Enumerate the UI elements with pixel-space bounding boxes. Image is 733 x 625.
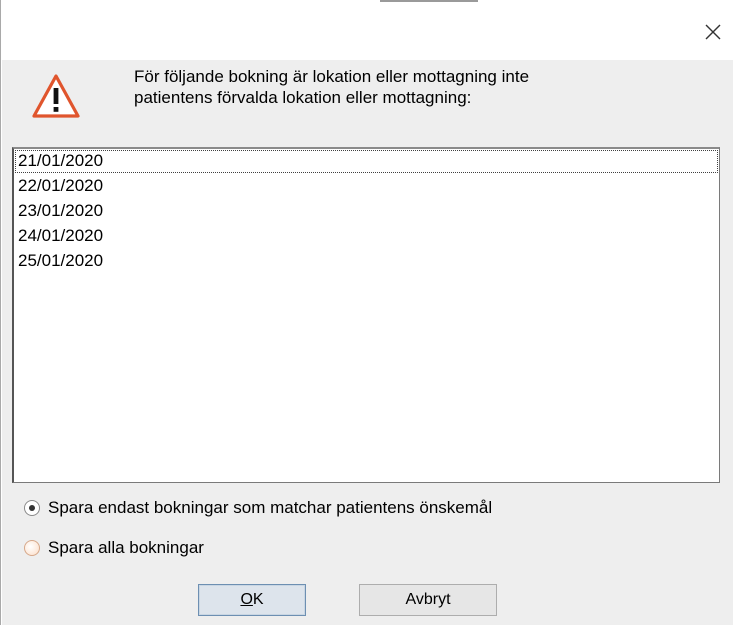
ok-label-rest: K: [252, 591, 264, 608]
radio-save-all-label: Spara alla bokningar: [48, 538, 204, 557]
radio-save-matching[interactable]: Spara endast bokningar som matchar patie…: [24, 496, 492, 520]
close-button[interactable]: [693, 15, 733, 49]
title-bar: [2, 0, 733, 60]
radio-save-matching-label: Spara endast bokningar som matchar patie…: [48, 498, 493, 517]
ok-mnemonic: O: [240, 591, 253, 608]
background-window-edge: [380, 0, 478, 2]
warning-dialog: För följande bokning är lokation eller m…: [0, 0, 733, 625]
message-line-2: patientens förvalda lokation eller motta…: [134, 88, 472, 107]
booking-date-list[interactable]: 21/01/2020 22/01/2020 23/01/2020 24/01/2…: [12, 147, 720, 483]
warning-message: För följande bokning är lokation eller m…: [134, 66, 694, 108]
list-item[interactable]: 25/01/2020: [14, 249, 719, 274]
warning-triangle-icon: [32, 74, 80, 118]
list-item[interactable]: 24/01/2020: [14, 224, 719, 249]
message-line-1: För följande bokning är lokation eller m…: [134, 67, 530, 86]
close-icon: [705, 24, 721, 40]
radio-save-all[interactable]: Spara alla bokningar: [24, 536, 204, 560]
dialog-content: För följande bokning är lokation eller m…: [2, 60, 733, 625]
cancel-button[interactable]: Avbryt: [359, 584, 497, 616]
list-item[interactable]: 21/01/2020: [14, 149, 719, 174]
list-item[interactable]: 23/01/2020: [14, 199, 719, 224]
radio-button-checked[interactable]: [24, 500, 40, 516]
list-item[interactable]: 22/01/2020: [14, 174, 719, 199]
radio-button-unchecked[interactable]: [24, 540, 40, 556]
ok-button[interactable]: OK: [198, 584, 306, 616]
